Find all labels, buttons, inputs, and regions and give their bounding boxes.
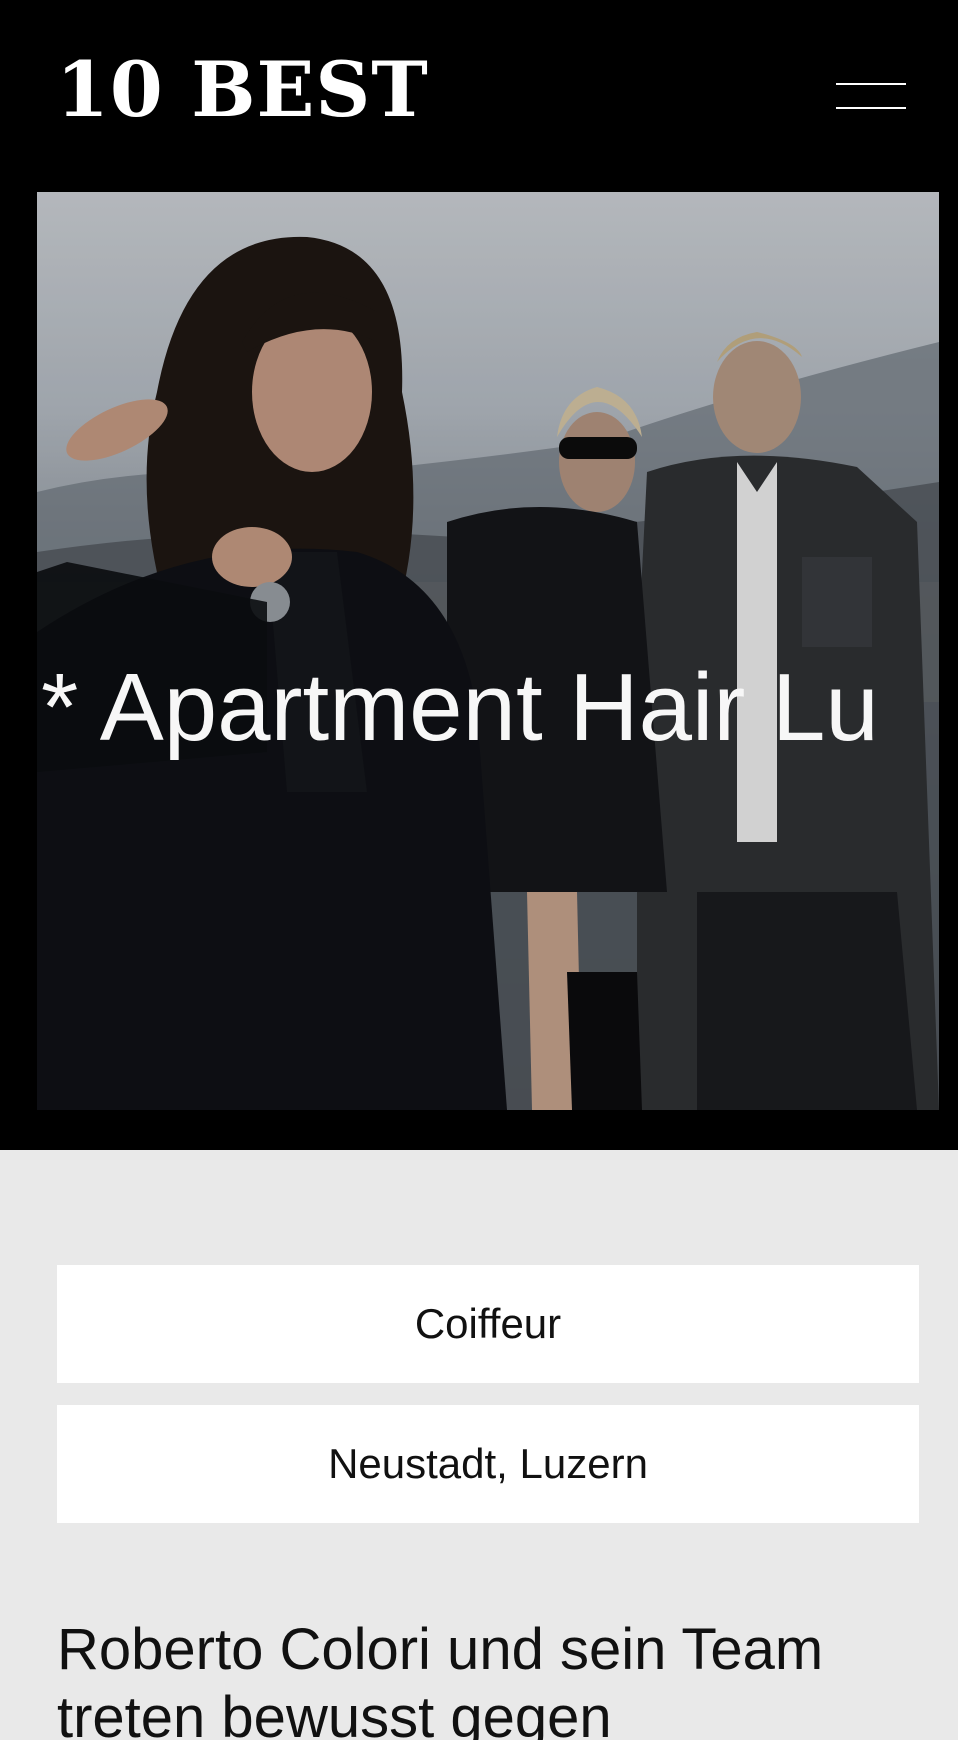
hero-marquee-text: * Apartment Hair Lu [41,654,879,761]
site-header: 10 BEST * Apartment Hair Lu [0,0,958,1150]
menu-line-bottom [836,107,906,109]
intro-heading: Roberto Colori und sein Team treten bewu… [57,1617,824,1740]
logo[interactable]: 10 BEST [56,52,429,128]
hero-image: * Apartment Hair Lu [37,192,939,1110]
location-tag[interactable]: Neustadt, Luzern [57,1405,919,1523]
hamburger-menu-icon[interactable] [830,72,908,112]
category-tag[interactable]: Coiffeur [57,1265,919,1383]
menu-line-top [836,83,906,85]
hero-photo-illustration [37,192,939,1110]
